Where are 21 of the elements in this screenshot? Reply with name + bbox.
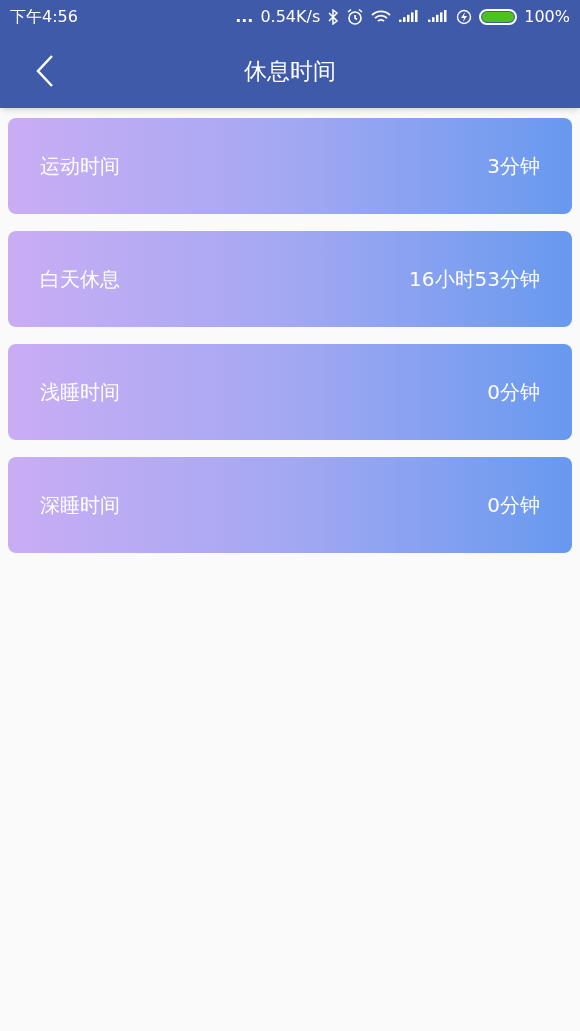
- page-title: 休息时间: [244, 56, 336, 86]
- wifi-icon: [371, 9, 392, 25]
- stat-label: 运动时间: [40, 153, 120, 180]
- alarm-icon: [346, 8, 365, 26]
- stat-label: 白天休息: [40, 266, 120, 293]
- signal-icon: [398, 10, 421, 24]
- network-speed: 0.54K/s: [260, 6, 321, 28]
- battery-percent: 100%: [524, 6, 570, 28]
- bluetooth-icon: [327, 9, 340, 25]
- stat-label: 浅睡时间: [40, 379, 120, 406]
- back-icon: [35, 54, 55, 88]
- stat-value: 3分钟: [487, 153, 540, 180]
- stat-value: 0分钟: [487, 379, 540, 406]
- stat-value: 16小时53分钟: [409, 266, 540, 293]
- status-dots: ...: [235, 6, 254, 28]
- signal-icon: [427, 10, 450, 24]
- stat-label: 深睡时间: [40, 492, 120, 519]
- status-time: 下午4:56: [10, 6, 78, 28]
- charging-icon: [456, 9, 473, 25]
- battery-icon: [479, 9, 518, 25]
- stat-value: 0分钟: [487, 492, 540, 519]
